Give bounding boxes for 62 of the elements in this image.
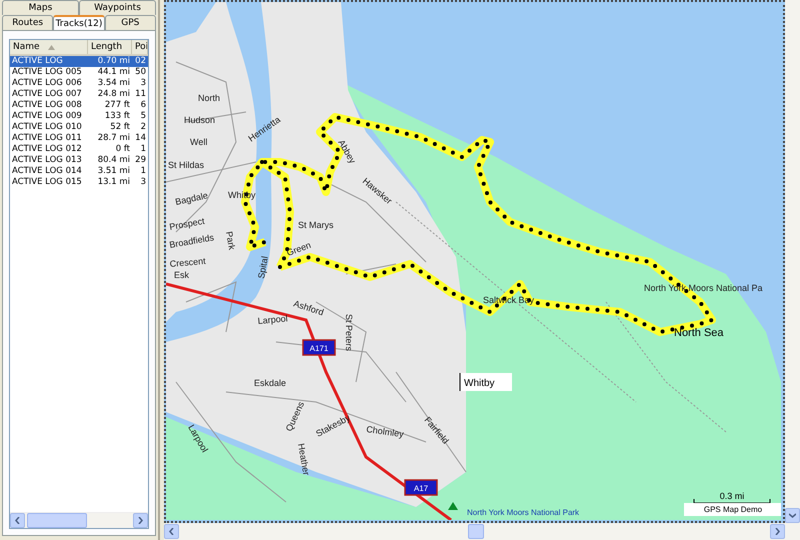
column-header[interactable]: Name xyxy=(10,40,88,54)
track-row[interactable]: ACTIVE LOG 015 13.1 mi 3 xyxy=(10,177,148,188)
map-label: Prospect xyxy=(168,216,206,232)
scroll-left-button[interactable] xyxy=(10,513,25,528)
map-label: Park xyxy=(224,230,238,251)
map-label: Heather xyxy=(296,442,312,476)
map-label: Esk xyxy=(174,270,190,280)
column-header[interactable]: Poi xyxy=(132,40,148,54)
scroll-left-button[interactable] xyxy=(164,524,179,539)
scroll-thumb[interactable] xyxy=(468,524,484,539)
route-shield xyxy=(404,479,438,496)
scale-label: 0.3 mi xyxy=(720,491,744,501)
map-label: St Peters xyxy=(344,314,354,352)
map-label: North Sea xyxy=(674,327,724,339)
tab[interactable]: Tracks(12) xyxy=(53,15,105,30)
track-row[interactable]: ACTIVE LOG 006 3.54 mi 3 xyxy=(10,78,148,89)
map-label: North xyxy=(198,93,220,103)
scroll-down-button[interactable] xyxy=(785,508,800,523)
label-background xyxy=(460,373,512,391)
tab[interactable]: Maps xyxy=(2,0,79,15)
horizontal-scrollbar[interactable] xyxy=(10,512,148,528)
map-label: Eskdale xyxy=(254,378,286,388)
map-label: Ashford xyxy=(292,298,325,318)
route-number: A171 xyxy=(310,344,328,353)
tree-icon xyxy=(448,502,458,510)
track-row[interactable]: ACTIVE LOG 0.70 mi 02 xyxy=(10,56,148,67)
track-row[interactable]: ACTIVE LOG 012 0 ft 1 xyxy=(10,144,148,155)
scroll-right-button[interactable] xyxy=(770,524,785,539)
map-label: Bagdale xyxy=(174,190,209,207)
track-row[interactable]: ACTIVE LOG 010 52 ft 2 xyxy=(10,122,148,133)
horizontal-scrollbar[interactable] xyxy=(164,523,800,540)
map-label: Spital xyxy=(256,255,270,280)
route-number: A17 xyxy=(414,484,428,493)
tab[interactable]: Waypoints xyxy=(79,0,156,15)
map-label: Cholmley xyxy=(366,424,404,440)
map-credit: GPS Map Demo xyxy=(704,505,762,514)
map-label: Larpool xyxy=(257,313,288,326)
map-label: St Marys xyxy=(298,220,334,230)
map-view[interactable] xyxy=(164,0,785,523)
scroll-thumb[interactable] xyxy=(27,513,87,528)
map-label: Whitby xyxy=(464,378,495,389)
map-label: Hudson xyxy=(184,115,216,125)
sort-icon xyxy=(48,44,55,50)
map-label: North York Moors National Park xyxy=(467,508,580,517)
track-row[interactable]: ACTIVE LOG 014 3.51 mi 1 xyxy=(10,166,148,177)
map-label: Broadfields xyxy=(168,232,215,250)
track-row[interactable]: ACTIVE LOG 009 133 ft 5 xyxy=(10,111,148,122)
map-label: Green xyxy=(285,240,312,258)
column-header[interactable]: Length xyxy=(88,40,132,54)
track-row[interactable]: ACTIVE LOG 007 24.8 mi 11 xyxy=(10,89,148,100)
map-label: Crescent xyxy=(169,256,206,269)
scroll-right-button[interactable] xyxy=(133,513,148,528)
map-label: St Hildas xyxy=(168,160,204,170)
tab[interactable]: GPS xyxy=(104,15,156,30)
map-label: Well xyxy=(190,137,208,147)
track-row[interactable]: ACTIVE LOG 005 44.1 mi 50 xyxy=(10,67,148,78)
track-row[interactable]: ACTIVE LOG 011 28.7 mi 14 xyxy=(10,133,148,144)
street-line xyxy=(186,281,237,332)
tab[interactable]: Routes xyxy=(2,15,54,30)
track-row[interactable]: ACTIVE LOG 013 80.4 mi 29 xyxy=(10,155,148,166)
track-row[interactable]: ACTIVE LOG 008 277 ft 6 xyxy=(10,100,148,111)
route-shield xyxy=(302,339,336,356)
